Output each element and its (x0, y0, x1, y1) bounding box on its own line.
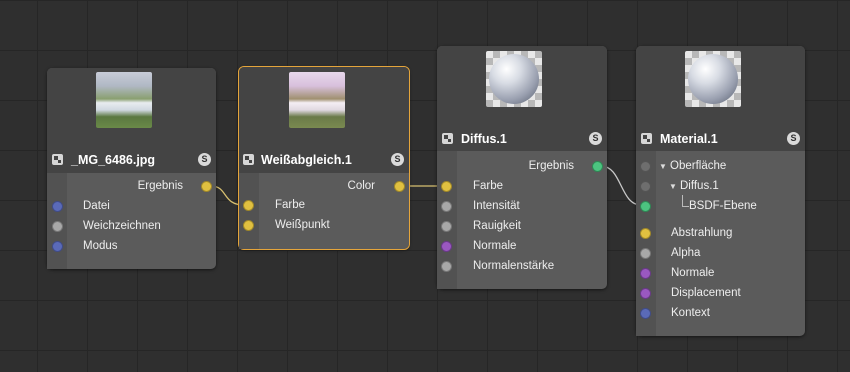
weisspunkt-label: Weißpunkt (275, 219, 330, 231)
diffuse-normale-input-port[interactable] (441, 241, 452, 252)
tree-connector-line (682, 195, 689, 207)
diffuse-output-label: Ergebnis (528, 160, 574, 172)
weisspunkt-input-port[interactable] (243, 220, 254, 231)
diffuse-node-header[interactable]: Diffus.1 S (437, 46, 607, 151)
datei-label: Datei (83, 200, 110, 212)
diffuse-farbe-input-port[interactable] (441, 181, 452, 192)
whitebalance-node-port-strip (239, 173, 259, 249)
material-node-icon (641, 133, 652, 144)
datei-input-port[interactable] (52, 201, 63, 212)
diffuse-node-solo-button[interactable]: S (589, 132, 602, 145)
oberflaeche-input-port[interactable] (640, 161, 651, 172)
whitebalance-node-title: Weißabgleich.1 (261, 153, 352, 167)
diffus-layer-label: Diffus.1 (680, 180, 719, 192)
whitebalance-node-header[interactable]: Weißabgleich.1 S (239, 67, 409, 173)
rauigkeit-input-port[interactable] (441, 221, 452, 232)
material-node[interactable]: Material.1 S ▼ Oberfläche ▼ Diffus.1 BSD… (636, 46, 805, 336)
farbe-label: Farbe (275, 199, 306, 211)
diffuse-farbe-label: Farbe (473, 180, 504, 192)
whitebalance-node[interactable]: Weißabgleich.1 S Color Farbe Weißpunkt (238, 66, 410, 250)
image-preview-thumbnail (96, 72, 152, 128)
intensitaet-label: Intensität (473, 200, 520, 212)
image-output-port[interactable] (201, 181, 212, 192)
alpha-label: Alpha (671, 247, 701, 259)
whitebalance-node-body: Color Farbe Weißpunkt (239, 173, 409, 249)
farbe-input-port[interactable] (243, 200, 254, 211)
chevron-down-icon[interactable]: ▼ (659, 162, 667, 171)
diffus-layer-input-port[interactable] (640, 181, 651, 192)
diffuse-node-title: Diffus.1 (461, 132, 507, 146)
wire-diffuse-to-material[interactable] (600, 165, 642, 206)
rauigkeit-label: Rauigkeit (473, 220, 521, 232)
image-node-body: Ergebnis Datei Weichzeichnen Modus (47, 173, 216, 269)
material-node-body: ▼ Oberfläche ▼ Diffus.1 BSDF-Ebene Abstr… (636, 151, 805, 336)
diffuse-node-icon (442, 133, 453, 144)
weichzeichnen-label: Weichzeichnen (83, 220, 161, 232)
material-normale-label: Normale (671, 267, 715, 279)
whitebalance-preview-thumbnail (289, 72, 345, 128)
diffuse-node[interactable]: Diffus.1 S Ergebnis Farbe Intensität Rau… (437, 46, 607, 289)
diffuse-bsdf-output-port[interactable] (592, 161, 603, 172)
bsdf-ebene-label: BSDF-Ebene (689, 200, 757, 212)
displacement-label: Displacement (671, 287, 741, 299)
diffuse-node-body: Ergebnis Farbe Intensität Rauigkeit Norm… (437, 151, 607, 289)
displacement-input-port[interactable] (640, 288, 651, 299)
image-node-solo-button[interactable]: S (198, 153, 211, 166)
material-normale-input-port[interactable] (640, 268, 651, 279)
whitebalance-output-port[interactable] (394, 181, 405, 192)
material-node-title: Material.1 (660, 132, 718, 146)
texture-node-icon (52, 154, 63, 165)
oberflaeche-label: Oberfläche (670, 160, 727, 172)
image-node[interactable]: _MG_6486.jpg S Ergebnis Datei Weichzeich… (47, 68, 216, 269)
diffuse-normale-label: Normale (473, 240, 517, 252)
image-node-header[interactable]: _MG_6486.jpg S (47, 68, 216, 173)
whitebalance-output-label: Color (347, 180, 375, 192)
kontext-input-port[interactable] (640, 308, 651, 319)
alpha-input-port[interactable] (640, 248, 651, 259)
bsdf-ebene-input-port[interactable] (640, 201, 651, 212)
material-node-header[interactable]: Material.1 S (636, 46, 805, 151)
normalenstaerke-label: Normalenstärke (473, 260, 555, 272)
kontext-label: Kontext (671, 307, 710, 319)
abstrahlung-label: Abstrahlung (671, 227, 733, 239)
diffuse-sphere-preview (486, 51, 542, 107)
modus-input-port[interactable] (52, 241, 63, 252)
image-output-label: Ergebnis (137, 180, 183, 192)
texture-node-icon (243, 154, 254, 165)
material-sphere-preview (685, 51, 741, 107)
image-node-title: _MG_6486.jpg (71, 153, 156, 167)
abstrahlung-input-port[interactable] (640, 228, 651, 239)
chevron-down-icon[interactable]: ▼ (669, 182, 677, 191)
normalenstaerke-input-port[interactable] (441, 261, 452, 272)
material-node-solo-button[interactable]: S (787, 132, 800, 145)
whitebalance-node-solo-button[interactable]: S (391, 153, 404, 166)
modus-label: Modus (83, 240, 118, 252)
intensitaet-input-port[interactable] (441, 201, 452, 212)
weichzeichnen-input-port[interactable] (52, 221, 63, 232)
